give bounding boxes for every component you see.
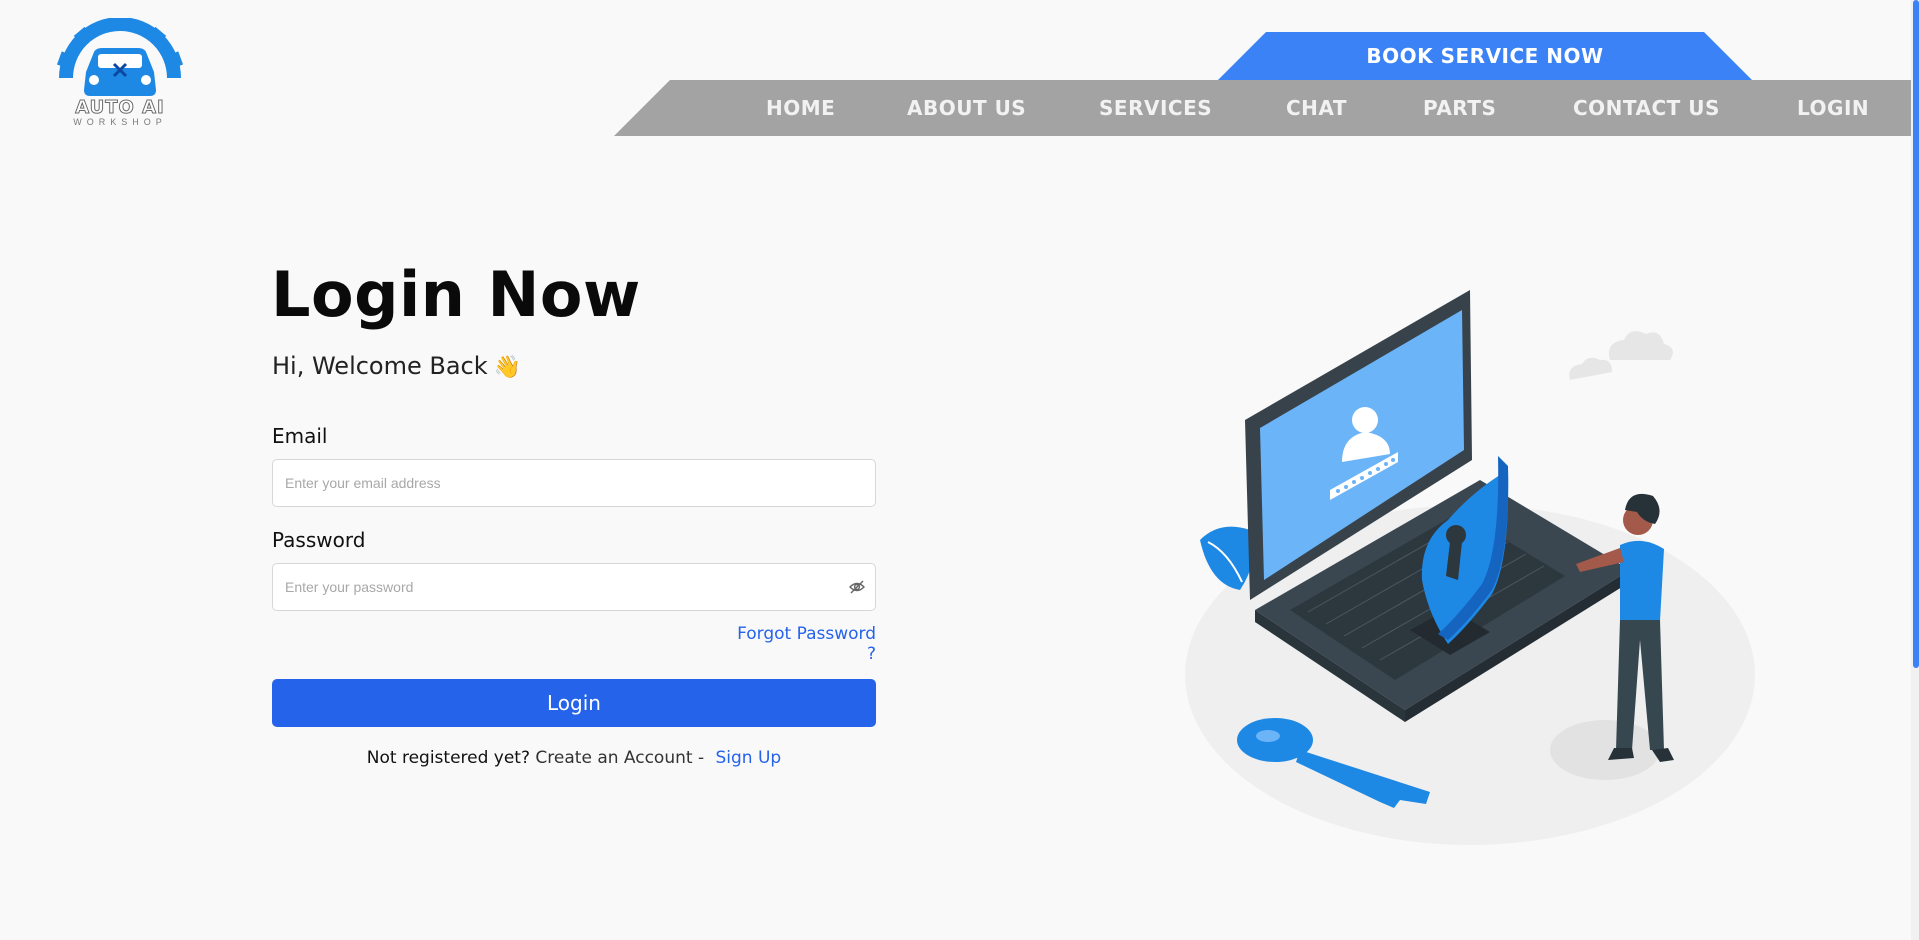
- nav-contact-us[interactable]: CONTACT US: [1573, 80, 1720, 136]
- not-registered-text: Not registered yet?: [366, 748, 531, 768]
- wave-emoji-icon: 👋: [493, 355, 522, 380]
- logo-tagline: WORKSHOP: [73, 117, 167, 127]
- forgot-password-link[interactable]: Forgot Password ?: [730, 624, 876, 664]
- page-title: Login Now: [271, 258, 641, 331]
- welcome-text: Hi, Welcome Back 👋: [272, 352, 521, 380]
- signup-row: Not registered yet? Create an Account - …: [272, 748, 876, 768]
- car-gear-logo-icon: [56, 18, 184, 96]
- nav-home[interactable]: HOME: [766, 80, 835, 136]
- email-label: Email: [272, 424, 328, 448]
- welcome-label: Hi, Welcome Back: [272, 352, 488, 380]
- nav-about-us[interactable]: ABOUT US: [907, 80, 1026, 136]
- password-field[interactable]: [272, 563, 876, 611]
- scrollbar-thumb[interactable]: [1913, 0, 1919, 668]
- nav-chat[interactable]: CHAT: [1286, 80, 1347, 136]
- site-logo[interactable]: AUTO AI WORKSHOP: [56, 18, 184, 130]
- eye-off-icon[interactable]: [848, 578, 866, 596]
- create-account-text: Create an Account -: [535, 748, 705, 768]
- sign-up-link[interactable]: Sign Up: [716, 748, 782, 768]
- email-field[interactable]: [272, 459, 876, 507]
- nav-parts[interactable]: PARTS: [1423, 80, 1496, 136]
- password-label: Password: [272, 528, 366, 552]
- laptop-security-illustration: [1185, 290, 1755, 845]
- nav-services[interactable]: SERVICES: [1099, 80, 1212, 136]
- login-button[interactable]: Login: [272, 679, 876, 727]
- logo-brand: AUTO AI: [75, 97, 165, 118]
- book-service-button[interactable]: BOOK SERVICE NOW: [1218, 32, 1752, 80]
- nav-login[interactable]: LOGIN: [1797, 80, 1869, 136]
